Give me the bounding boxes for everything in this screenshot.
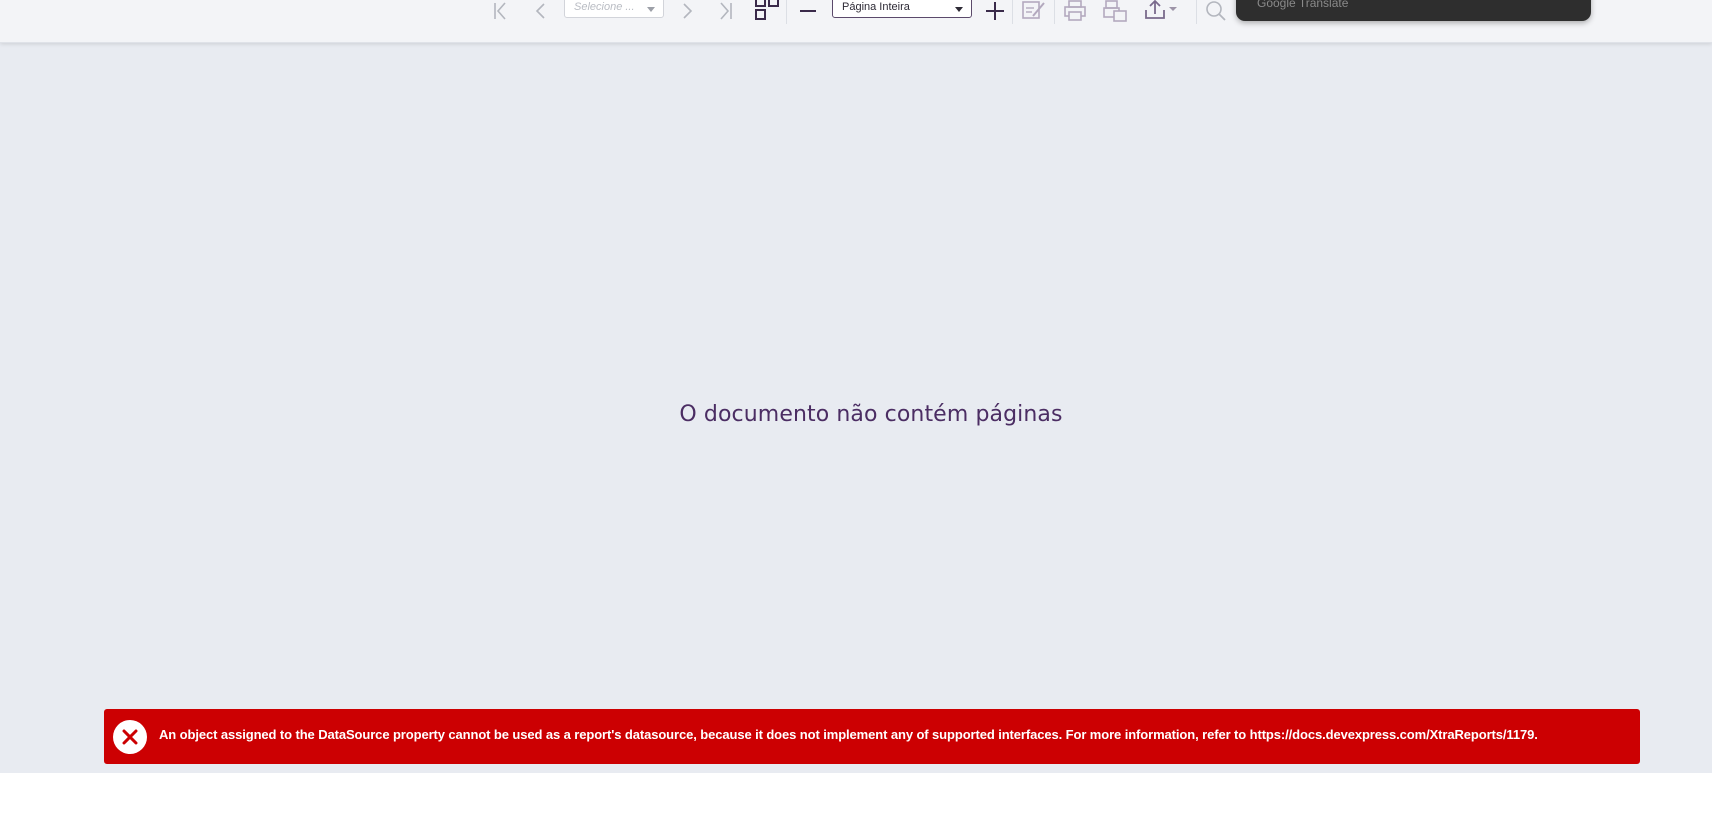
- translate-popup-label: Google Translate: [1257, 0, 1349, 10]
- chevron-down-icon: [955, 7, 963, 12]
- close-error-icon: [122, 729, 138, 745]
- error-message: An object assigned to the DataSource pro…: [159, 727, 1538, 742]
- toolbar-separator: [1196, 0, 1197, 24]
- toolbar-separator: [1054, 0, 1055, 24]
- first-page-button[interactable]: [490, 0, 512, 22]
- export-upload-icon: [1145, 0, 1177, 19]
- first-page-icon: [494, 2, 506, 20]
- page-select-value: Selecione ...: [574, 1, 635, 13]
- chevron-down-icon: [647, 7, 655, 12]
- export-menu-button[interactable]: [1142, 0, 1182, 22]
- next-page-button[interactable]: [678, 0, 698, 22]
- multipage-toggle-icon: [755, 0, 779, 20]
- previous-page-button[interactable]: [530, 0, 550, 22]
- error-notification: An object assigned to the DataSource pro…: [104, 709, 1640, 764]
- chevron-left-icon: [535, 3, 545, 19]
- report-viewer-surface: Selecione ... Página Inteira Google Tran…: [0, 0, 1712, 773]
- zoom-select-value: Página Inteira: [842, 1, 910, 13]
- multipage-toggle-button[interactable]: [754, 0, 780, 22]
- plus-icon: [986, 2, 1004, 20]
- edit-fields-button[interactable]: [1020, 0, 1048, 22]
- last-page-button[interactable]: [714, 0, 736, 22]
- viewer-toolbar: Selecione ... Página Inteira Google Tran…: [0, 0, 1712, 43]
- print-page-button[interactable]: [1102, 0, 1128, 22]
- empty-document-message: O documento não contém páginas: [679, 402, 1063, 427]
- zoom-select[interactable]: Página Inteira: [832, 0, 972, 18]
- print-page-icon: [1103, 0, 1127, 22]
- print-icon: [1064, 0, 1086, 21]
- google-translate-popup[interactable]: Google Translate: [1236, 0, 1591, 21]
- toolbar-separator: [786, 0, 787, 24]
- print-button[interactable]: [1062, 0, 1088, 22]
- page-number-select[interactable]: Selecione ...: [564, 0, 664, 18]
- minus-icon: [800, 10, 816, 12]
- error-icon-badge: [113, 720, 147, 754]
- toolbar-separator: [1012, 0, 1013, 24]
- edit-fields-icon: [1022, 1, 1045, 19]
- zoom-in-button[interactable]: [984, 0, 1006, 22]
- zoom-out-button[interactable]: [798, 0, 818, 22]
- search-button[interactable]: [1204, 0, 1228, 22]
- chevron-right-icon: [683, 3, 693, 19]
- last-page-icon: [720, 2, 732, 20]
- search-icon: [1206, 1, 1226, 21]
